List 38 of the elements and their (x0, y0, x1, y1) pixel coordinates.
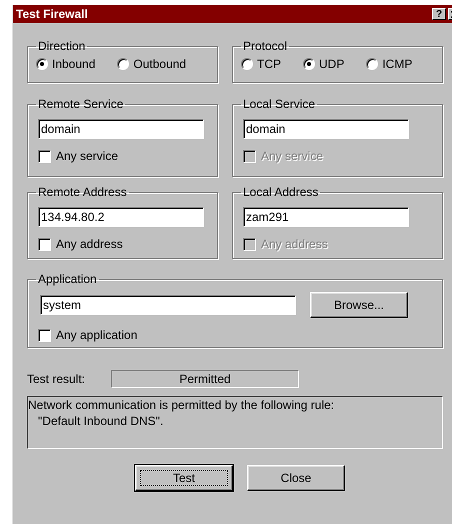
checkbox[interactable] (38, 150, 51, 162)
result-label: Test result: (27, 372, 86, 386)
text-field[interactable]: domain (38, 119, 204, 139)
radio-label: UDP (319, 57, 344, 71)
message-box: Network communication is permitted by the following rule: "Default Inbound DNS". (27, 396, 443, 449)
checkbox-label: Any address (56, 237, 123, 251)
checkbox-label: Any application (56, 328, 138, 342)
radio-button[interactable] (117, 58, 130, 70)
radio-label: ICMP (382, 57, 412, 71)
radio-label: TCP (257, 57, 281, 71)
checkbox[interactable] (38, 238, 51, 250)
group-label: Direction (37, 39, 86, 53)
radio-button[interactable] (36, 58, 48, 70)
radio-label: Inbound (52, 57, 96, 71)
group-label: Local Service (242, 97, 316, 111)
text-field[interactable]: 134.94.80.2 (38, 207, 204, 227)
dialog-button[interactable]: Close (247, 465, 345, 491)
browse-button[interactable]: Browse... (310, 292, 408, 318)
radio-button[interactable] (241, 58, 253, 70)
checkbox[interactable] (38, 328, 51, 342)
checkbox-label: Any address (261, 237, 328, 251)
group-label: Protocol (242, 39, 288, 53)
result-field: Permitted (111, 370, 300, 388)
radio-button[interactable] (303, 58, 315, 70)
radio-label: Outbound (133, 57, 186, 71)
group-label: Remote Address (37, 185, 128, 199)
dialog-button[interactable]: Test (135, 465, 233, 491)
group-label: Application (37, 272, 98, 286)
window-title: Test Firewall (16, 7, 89, 21)
radio-button[interactable] (366, 58, 378, 70)
text-field[interactable]: domain (243, 119, 409, 139)
group-label: Local Address (242, 185, 320, 199)
checkbox-label: Any service (56, 149, 118, 163)
group-label: Remote Service (37, 97, 124, 111)
text-field[interactable]: zam291 (243, 207, 409, 227)
checkbox-label: Any service (261, 149, 324, 163)
text-field[interactable]: system (40, 295, 296, 315)
help-button[interactable]: ? (432, 8, 446, 20)
